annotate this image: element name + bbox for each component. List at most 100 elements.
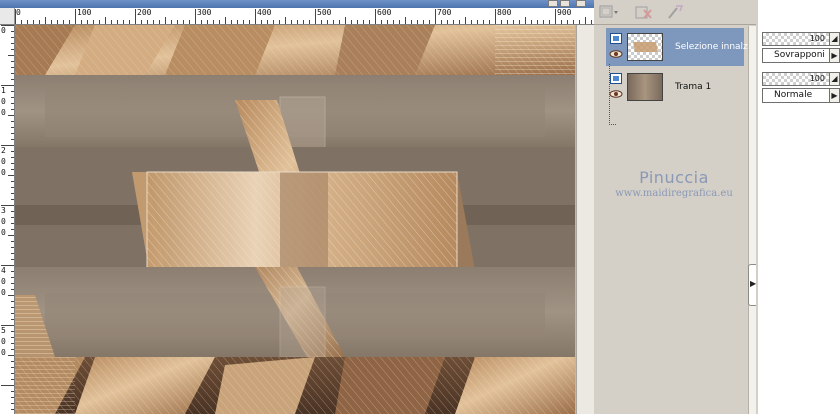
ruler-tick xyxy=(351,20,352,24)
ruler-tick xyxy=(11,331,14,332)
h-ruler-label: 400 xyxy=(257,8,272,17)
ruler-tick xyxy=(579,20,580,24)
watermark: Pinuccia www.maidiregrafica.eu xyxy=(594,168,754,199)
ruler-tick xyxy=(11,139,14,140)
layer-thumbnail xyxy=(627,33,663,61)
ruler-tick xyxy=(21,20,22,24)
ruler-tick xyxy=(339,20,340,24)
ruler-tick xyxy=(159,20,160,24)
opacity-slider[interactable]: 100 xyxy=(762,32,830,46)
h-ruler-label: 800 xyxy=(497,8,512,17)
v-ruler-label: 0 xyxy=(1,97,6,106)
maximize-button[interactable] xyxy=(560,0,570,7)
ruler-tick xyxy=(45,17,46,24)
ruler-tick xyxy=(543,20,544,24)
ruler-tick xyxy=(11,73,14,74)
opacity-dropdown-arrow-icon[interactable]: ◢ xyxy=(830,72,840,86)
ruler-tick xyxy=(357,20,358,24)
ruler-tick xyxy=(225,17,226,24)
ruler-tick xyxy=(11,283,14,284)
ruler-tick xyxy=(11,397,14,398)
ruler-tick xyxy=(495,9,496,24)
layer-list: Selezione innalzata Trama 1 xyxy=(606,26,762,125)
ruler-tick xyxy=(471,20,472,24)
ruler-tick xyxy=(399,20,400,24)
ruler-tick xyxy=(11,187,14,188)
ruler-tick xyxy=(11,91,14,92)
layer-row-selezione-innalzata[interactable]: Selezione innalzata xyxy=(606,28,762,66)
v-ruler-label: 0 xyxy=(1,217,6,226)
ruler-tick xyxy=(11,151,14,152)
ruler-tick xyxy=(123,20,124,24)
ruler-tick xyxy=(11,67,14,68)
artwork-image[interactable] xyxy=(15,25,575,414)
layer-row-trama-1[interactable]: Trama 1 xyxy=(606,68,744,106)
layer-visibility-menu-icon[interactable] xyxy=(598,3,620,21)
ruler-tick xyxy=(435,9,436,24)
ruler-tick xyxy=(561,20,562,24)
v-ruler-label: 0 xyxy=(1,168,6,177)
ruler-tick xyxy=(501,20,502,24)
ruler-tick xyxy=(11,277,14,278)
h-ruler-label: 900 xyxy=(557,8,572,17)
layer-properties-panel: 100 ◢ Sovrapponi ▶ 100 ◢ Normale ▶ xyxy=(756,0,840,414)
v-ruler-label: 3 xyxy=(1,206,6,215)
v-ruler-label: 0 xyxy=(1,157,6,166)
ruler-tick xyxy=(297,20,298,24)
ruler-tick xyxy=(249,20,250,24)
ruler-tick xyxy=(441,20,442,24)
ruler-tick xyxy=(99,20,100,24)
ruler-tick xyxy=(267,20,268,24)
ruler-tick xyxy=(195,9,196,24)
ruler-tick xyxy=(141,20,142,24)
v-ruler-label: 0 xyxy=(1,288,6,297)
ruler-tick xyxy=(129,20,130,24)
ruler-tick xyxy=(447,20,448,24)
ruler-tick xyxy=(585,17,586,24)
ruler-tick xyxy=(11,313,14,314)
ruler-tick xyxy=(153,20,154,24)
ruler-tick xyxy=(111,20,112,24)
ruler-tick xyxy=(11,289,14,290)
ruler-tick xyxy=(309,20,310,24)
opacity-dropdown-arrow-icon[interactable]: ◢ xyxy=(830,32,840,46)
minimize-button[interactable] xyxy=(548,0,558,7)
canvas-vertical-scrollbar[interactable] xyxy=(576,25,594,414)
layer-properties-icon[interactable] xyxy=(666,3,686,21)
ruler-tick xyxy=(177,20,178,24)
ruler-tick xyxy=(429,20,430,24)
blend-mode-select[interactable]: Normale xyxy=(762,88,830,103)
ruler-tick xyxy=(11,247,14,248)
ruler-tick xyxy=(39,20,40,24)
blend-mode-arrow-icon[interactable]: ▶ xyxy=(830,88,840,103)
delete-layer-icon[interactable] xyxy=(634,3,654,21)
ruler-tick xyxy=(11,157,14,158)
ruler-tick xyxy=(11,109,14,110)
ruler-tick xyxy=(11,391,14,392)
h-ruler-label: 100 xyxy=(77,8,92,17)
v-ruler-label: 1 xyxy=(1,86,6,95)
v-ruler-label: 0 xyxy=(1,108,6,117)
opacity-slider[interactable]: 100 xyxy=(762,72,830,86)
ruler-tick xyxy=(279,20,280,24)
ruler-tick xyxy=(11,319,14,320)
layers-panel: Selezione innalzata Trama 1 Pinuccia www… xyxy=(594,0,762,414)
ruler-tick xyxy=(285,17,286,24)
ruler-tick xyxy=(147,20,148,24)
blend-mode-arrow-icon[interactable]: ▶ xyxy=(830,48,840,63)
ruler-tick xyxy=(11,133,14,134)
h-ruler-label: 200 xyxy=(137,8,152,17)
ruler-tick xyxy=(363,20,364,24)
ruler-tick xyxy=(507,20,508,24)
ruler-tick xyxy=(11,97,14,98)
ruler-tick xyxy=(11,181,14,182)
visibility-eye-icon[interactable] xyxy=(609,50,623,58)
blend-mode-select[interactable]: Sovrapponi xyxy=(762,48,830,63)
ruler-tick xyxy=(11,367,14,368)
v-ruler-label: 0 xyxy=(1,277,6,286)
close-window-button[interactable] xyxy=(576,0,586,7)
ruler-tick xyxy=(375,9,376,24)
h-ruler-label: 700 xyxy=(437,8,452,17)
ruler-tick xyxy=(207,20,208,24)
ruler-tick xyxy=(11,241,14,242)
